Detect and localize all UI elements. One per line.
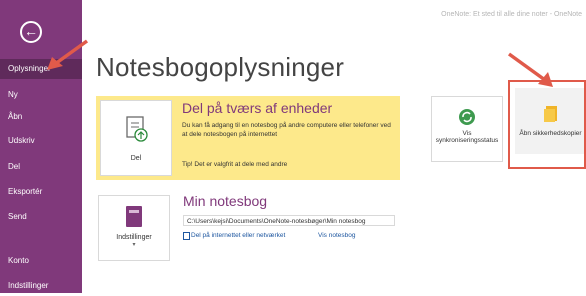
view-notebook-link[interactable]: Vis notesbog: [318, 232, 355, 239]
settings-label: Indstillinger: [116, 234, 152, 241]
sidebar-item-send[interactable]: Send: [0, 207, 82, 227]
sidebar-item-del[interactable]: Del: [0, 157, 82, 177]
notebook-settings-button[interactable]: Indstillinger ▾: [98, 195, 170, 261]
sidebar-item-aabn[interactable]: Åbn: [0, 107, 82, 127]
sidebar-item-eksporter[interactable]: Eksportér: [0, 182, 82, 202]
share-tip: Tip! Det er valgfrit at dele med andre: [182, 161, 288, 168]
backstage-sidebar: ← Oplysninger Ny Åbn Udskriv Del Eksport…: [0, 0, 82, 293]
sync-label-2: synkroniseringsstatus: [435, 137, 499, 144]
notebook-heading: Min notesbog: [183, 193, 268, 209]
share-button[interactable]: Del: [100, 100, 172, 176]
back-arrow-icon[interactable]: ←: [20, 21, 42, 43]
sidebar-item-indstillinger[interactable]: Indstillinger: [0, 276, 82, 296]
share-heading: Del på tværs af enheder: [182, 100, 333, 116]
window-hint: OneNote: Et sted til alle dine noter - O…: [441, 11, 582, 18]
page-title: Notesbogoplysninger: [96, 52, 345, 82]
sync-icon: [459, 109, 475, 125]
share-panel: Del Del på tværs af enheder Du kan få ad…: [96, 96, 400, 180]
notebook-icon: [126, 206, 142, 227]
sync-status-button[interactable]: Vis synkroniseringsstatus: [431, 96, 503, 162]
notebook-path-field[interactable]: C:\Users\kejsi\Documents\OneNote-notesbø…: [183, 215, 395, 226]
sidebar-item-ny[interactable]: Ny: [0, 85, 82, 105]
share-description: Du kan få adgang til en notesbog på andr…: [182, 122, 391, 138]
share-link-icon: [183, 232, 190, 240]
chevron-down-icon: ▾: [132, 242, 136, 248]
sidebar-item-udskriv[interactable]: Udskriv: [0, 131, 82, 151]
annotation-highlight-box: [508, 80, 586, 169]
share-button-label: Del: [130, 155, 142, 162]
share-on-network-link[interactable]: Del på internettet eller netværket: [191, 232, 285, 239]
sidebar-item-oplysninger[interactable]: Oplysninger: [0, 59, 82, 79]
sync-label-1: Vis: [462, 130, 472, 137]
sidebar-item-konto[interactable]: Konto: [0, 251, 82, 271]
share-notebook-icon: [126, 116, 148, 142]
